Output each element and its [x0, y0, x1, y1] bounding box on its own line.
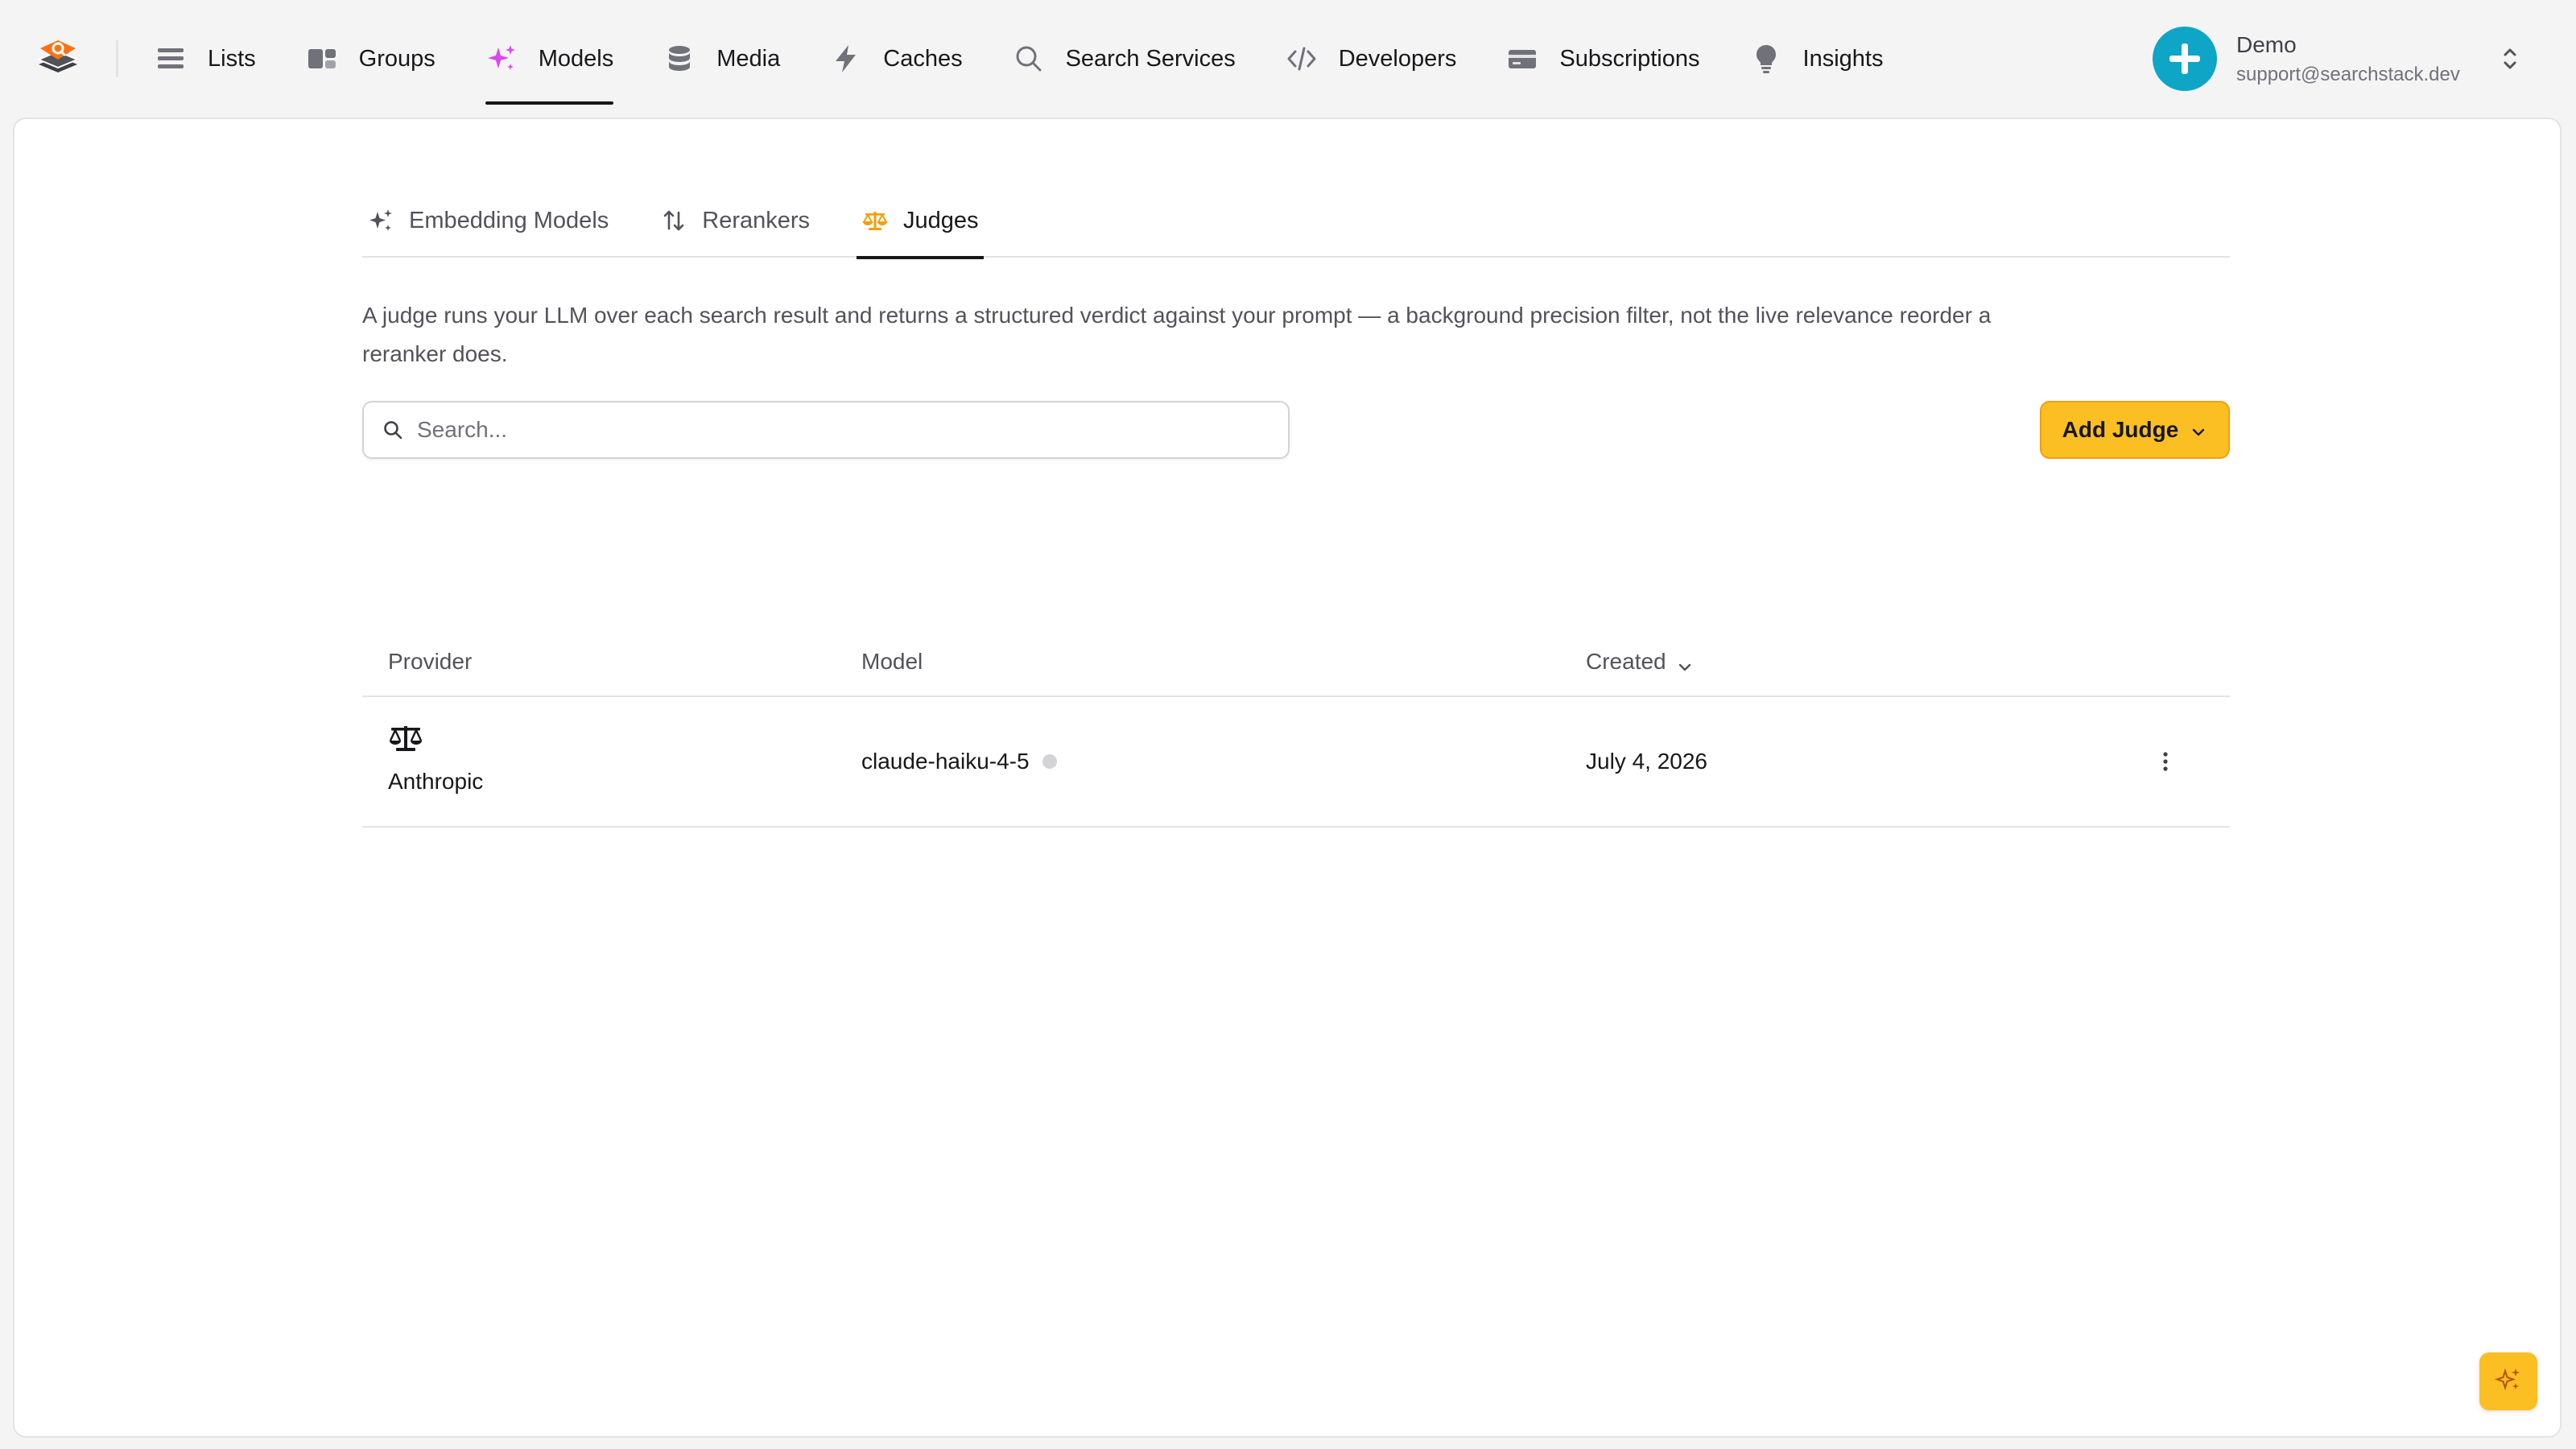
add-judge-label: Add Judge	[2062, 417, 2179, 442]
nav-item-label: Developers	[1338, 45, 1457, 72]
arrows-up-down-icon	[660, 207, 687, 234]
nav-item-caches[interactable]: Caches	[830, 0, 963, 118]
tab-judges[interactable]: Judges	[857, 184, 984, 259]
search-input[interactable]	[417, 417, 1270, 443]
chevron-up-down-icon[interactable]	[2502, 45, 2518, 72]
lightbulb-icon	[1750, 43, 1782, 75]
main-nav: Lists Groups Models Media Caches Search …	[155, 0, 1933, 118]
nav-item-label: Search Services	[1065, 45, 1236, 72]
status-dot	[1042, 754, 1057, 769]
list-icon	[155, 43, 187, 75]
nav-item-lists[interactable]: Lists	[155, 0, 256, 118]
nav-item-label: Lists	[208, 45, 256, 72]
nav-item-groups[interactable]: Groups	[306, 0, 436, 118]
nav-item-label: Groups	[358, 45, 436, 72]
nav-item-developers[interactable]: Developers	[1286, 0, 1457, 118]
scale-icon	[388, 726, 423, 760]
chevron-down-icon	[2190, 421, 2207, 439]
sparkles-icon	[367, 207, 394, 234]
page-description: A judge runs your LLM over each search r…	[362, 303, 1992, 366]
main-panel: Embedding Models Rerankers Judges A judg…	[13, 118, 2562, 1438]
judges-table: Provider Model Created Anthropic claude-…	[362, 626, 2230, 828]
tab-rerankers[interactable]: Rerankers	[655, 184, 815, 258]
model-cell: claude-haiku-4-5	[861, 745, 1057, 778]
nav-item-models[interactable]: Models	[485, 0, 614, 118]
model-tabs: Embedding Models Rerankers Judges	[362, 184, 2230, 259]
nav-item-search-services[interactable]: Search Services	[1013, 0, 1236, 118]
sparkles-icon	[485, 43, 518, 75]
app-logo-icon[interactable]	[35, 35, 80, 80]
tab-label: Embedding Models	[409, 207, 609, 233]
created-date: July 4, 2026	[1586, 749, 1707, 774]
sort-chevron-down-icon	[1676, 653, 1694, 671]
credit-card-icon	[1506, 43, 1538, 75]
nav-item-insights[interactable]: Insights	[1750, 0, 1884, 118]
top-navigation: Lists Groups Models Media Caches Search …	[0, 0, 2576, 118]
logo-divider	[116, 40, 118, 77]
column-header-created-label: Created	[1586, 649, 1666, 674]
search-icon	[382, 419, 404, 441]
provider-name: Anthropic	[388, 769, 484, 794]
table-header: Provider Model Created	[362, 626, 2230, 697]
tab-label: Rerankers	[702, 207, 811, 233]
lightning-icon	[830, 43, 862, 75]
column-header-model: Model	[861, 649, 923, 674]
nav-item-label: Media	[716, 45, 781, 72]
account-text: Demo support@searchstack.dev	[2236, 29, 2460, 89]
tab-label: Judges	[903, 207, 979, 233]
scale-icon	[861, 207, 889, 234]
avatar	[2153, 27, 2217, 91]
nav-item-label: Insights	[1802, 45, 1884, 72]
table-row[interactable]: Anthropic claude-haiku-4-5 July 4, 2026	[362, 697, 2230, 828]
add-judge-button[interactable]: Add Judge	[2040, 401, 2230, 459]
groups-icon	[306, 43, 338, 75]
column-header-created[interactable]: Created	[1586, 646, 1694, 678]
tab-embedding-models[interactable]: Embedding Models	[362, 184, 613, 258]
account-switcher[interactable]: Demo support@searchstack.dev	[2153, 27, 2460, 91]
account-email: support@searchstack.dev	[2236, 64, 2460, 85]
nav-item-subscriptions[interactable]: Subscriptions	[1506, 0, 1700, 118]
search-icon	[1013, 43, 1045, 75]
code-icon	[1286, 43, 1318, 75]
sparkles-icon	[2494, 1365, 2523, 1398]
column-header-provider: Provider	[388, 649, 473, 674]
search-field[interactable]	[362, 401, 1290, 459]
provider-cell: Anthropic	[388, 723, 483, 796]
nav-item-label: Caches	[883, 45, 963, 72]
model-name: claude-haiku-4-5	[861, 749, 1030, 774]
nav-item-media[interactable]: Media	[663, 0, 780, 118]
nav-item-label: Models	[538, 45, 614, 72]
ai-assistant-button[interactable]	[2479, 1352, 2537, 1410]
account-name: Demo	[2236, 32, 2297, 57]
nav-item-label: Subscriptions	[1559, 45, 1700, 72]
database-icon	[663, 43, 696, 75]
more-vertical-icon[interactable]	[2151, 747, 2180, 776]
